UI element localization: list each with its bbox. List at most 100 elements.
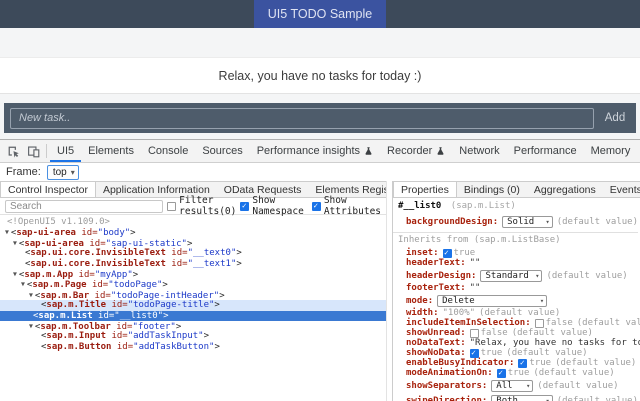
- tree-id-value: todoPage-title: [128, 300, 215, 310]
- app-title: UI5 TODO Sample: [268, 7, 372, 21]
- property-checkbox[interactable]: [518, 359, 527, 368]
- tree-id-attr: [76, 228, 98, 238]
- tree-id-attr: [166, 248, 188, 258]
- devtools-tab-performance-insights[interactable]: Performance insights: [250, 140, 380, 162]
- property-row: inset true: [398, 248, 638, 258]
- tree-row-hovered[interactable]: sap.m.TitletodoPage-title: [0, 300, 386, 310]
- devtools-tab-console[interactable]: Console: [141, 140, 195, 162]
- tree-row[interactable]: sap.m.Toolbarfooter: [0, 321, 386, 331]
- selected-control-id: #__list0: [398, 201, 441, 211]
- devtools-tab-elements[interactable]: Elements: [81, 140, 141, 162]
- tab-properties[interactable]: Properties: [393, 182, 457, 197]
- tree-row[interactable]: sap-ui-areasap-ui-static: [0, 238, 386, 248]
- tree-id-attr: [166, 259, 188, 269]
- tree-row[interactable]: sap.m.BartodoPage-intHeader: [0, 290, 386, 300]
- property-row: showSeparators All (default value): [398, 378, 638, 393]
- property-row: backgroundDesign Solid (default value): [398, 214, 638, 229]
- devtools-tab-recorder[interactable]: Recorder: [380, 140, 452, 162]
- selected-control-class: (sap.m.List): [451, 201, 516, 211]
- property-select[interactable]: Delete: [437, 295, 547, 307]
- tree-id-value: addTaskButton: [133, 342, 214, 352]
- tree-close-bracket: [236, 248, 241, 258]
- search-input[interactable]: [5, 200, 163, 213]
- tree-tag: sap-ui-area: [11, 228, 76, 238]
- checkbox-icon[interactable]: [167, 202, 176, 211]
- property-select[interactable]: Solid: [502, 216, 553, 228]
- property-value[interactable]: "Relax, you have no tasks for today :)": [470, 338, 640, 348]
- show-namespace-checkbox[interactable]: Show Namespace: [240, 195, 303, 217]
- properties-panel: Properties Bindings (0) Aggregations Eve…: [392, 181, 640, 401]
- checkbox-icon[interactable]: [240, 202, 249, 211]
- property-select[interactable]: All: [491, 380, 533, 392]
- tree-id-value: addTaskInput: [128, 331, 204, 341]
- app-footer-toolbar: Add: [4, 103, 636, 133]
- selected-control-header: #__list0 (sap.m.List): [398, 201, 638, 212]
- tree-row[interactable]: sap.m.Input addTaskInput: [0, 331, 386, 341]
- filter-results-checkbox[interactable]: Filter results(0): [167, 195, 236, 217]
- app-header-bar: UI5 TODO Sample: [0, 0, 640, 28]
- property-select[interactable]: Standard: [480, 270, 542, 282]
- frame-select[interactable]: top: [47, 165, 79, 180]
- toolbar-separator: [46, 144, 47, 158]
- devtools-tab-sources[interactable]: Sources: [195, 140, 249, 162]
- property-value[interactable]: "": [470, 258, 481, 268]
- tree-tag: sap.ui.core.InvisibleText: [25, 259, 166, 269]
- tree-row[interactable]: sap.m.Button addTaskButton: [0, 342, 386, 352]
- property-value[interactable]: "": [470, 283, 481, 293]
- tree-close-bracket: [214, 342, 219, 352]
- new-task-input[interactable]: [10, 108, 594, 129]
- frame-selector-row: Frame: top: [0, 163, 640, 181]
- property-select[interactable]: Both: [491, 395, 552, 401]
- property-checkbox[interactable]: [535, 319, 544, 328]
- tab-events[interactable]: Events: [603, 182, 640, 197]
- tree-tag: sap.m.Button: [41, 342, 111, 352]
- property-checkbox[interactable]: [497, 369, 506, 378]
- property-row: footerText "": [398, 283, 638, 293]
- property-row: headerDesign Standard (default value): [398, 268, 638, 283]
- tree-row[interactable]: sap-ui-areabody: [0, 227, 386, 237]
- control-tree-panel: Control Inspector Application Informatio…: [0, 181, 386, 401]
- tree-id-value: __text0: [188, 248, 237, 258]
- tree-id-attr: [87, 280, 109, 290]
- property-checkbox[interactable]: [443, 249, 452, 258]
- devtools-tab-memory[interactable]: Memory: [584, 140, 638, 162]
- section-divider: [393, 232, 638, 233]
- no-data-list-item: Relax, you have no tasks for today :): [0, 57, 640, 94]
- property-row: mode Delete: [398, 293, 638, 308]
- devtools-tab-ui5[interactable]: UI5: [50, 140, 81, 162]
- tree-close-bracket: [130, 228, 135, 238]
- device-toolbar-icon[interactable]: [23, 140, 43, 162]
- property-value[interactable]: "100%": [443, 308, 476, 318]
- property-row: enableBusyIndicator true (default value): [398, 358, 638, 368]
- tab-bindings[interactable]: Bindings (0): [457, 182, 527, 197]
- properties-list: #__list0 (sap.m.List) backgroundDesign S…: [393, 198, 640, 401]
- checkbox-icon[interactable]: [312, 202, 321, 211]
- property-row: width "100%" (default value): [398, 308, 638, 318]
- tree-row[interactable]: sap.m.Page todoPage: [0, 279, 386, 289]
- frame-label: Frame:: [6, 166, 41, 178]
- tree-id-value: todoPage: [108, 280, 162, 290]
- tree-row[interactable]: sap.ui.core.InvisibleText__text0: [0, 248, 386, 258]
- tree-close-bracket: [236, 259, 241, 269]
- no-data-text: Relax, you have no tasks for today :): [219, 69, 422, 83]
- show-attributes-checkbox[interactable]: Show Attributes: [312, 195, 381, 217]
- add-task-button[interactable]: Add: [600, 112, 630, 124]
- tab-aggregations[interactable]: Aggregations: [527, 182, 603, 197]
- property-row: showUnread false (default value): [398, 328, 638, 338]
- tree-close-bracket: [163, 311, 168, 321]
- experiment-flask-icon: [364, 146, 373, 156]
- property-checkbox[interactable]: [470, 349, 479, 358]
- property-row: headerText "": [398, 258, 638, 268]
- tree-tag: sap.m.Page: [27, 280, 87, 290]
- tree-row[interactable]: sap.m.AppmyApp: [0, 269, 386, 279]
- inspect-element-icon[interactable]: [3, 140, 23, 162]
- devtools-tab-network[interactable]: Network: [452, 140, 506, 162]
- tab-control-inspector[interactable]: Control Inspector: [0, 182, 96, 197]
- tree-row-selected[interactable]: sap.m.List__list0: [0, 311, 386, 321]
- tree-row[interactable]: sap.ui.core.InvisibleText __text1: [0, 259, 386, 269]
- tree-tag: sap.m.Input: [41, 331, 106, 341]
- tree-id-value: __text1: [188, 259, 237, 269]
- tree-close-bracket: [214, 300, 219, 310]
- property-checkbox[interactable]: [470, 329, 479, 338]
- devtools-tab-performance[interactable]: Performance: [507, 140, 584, 162]
